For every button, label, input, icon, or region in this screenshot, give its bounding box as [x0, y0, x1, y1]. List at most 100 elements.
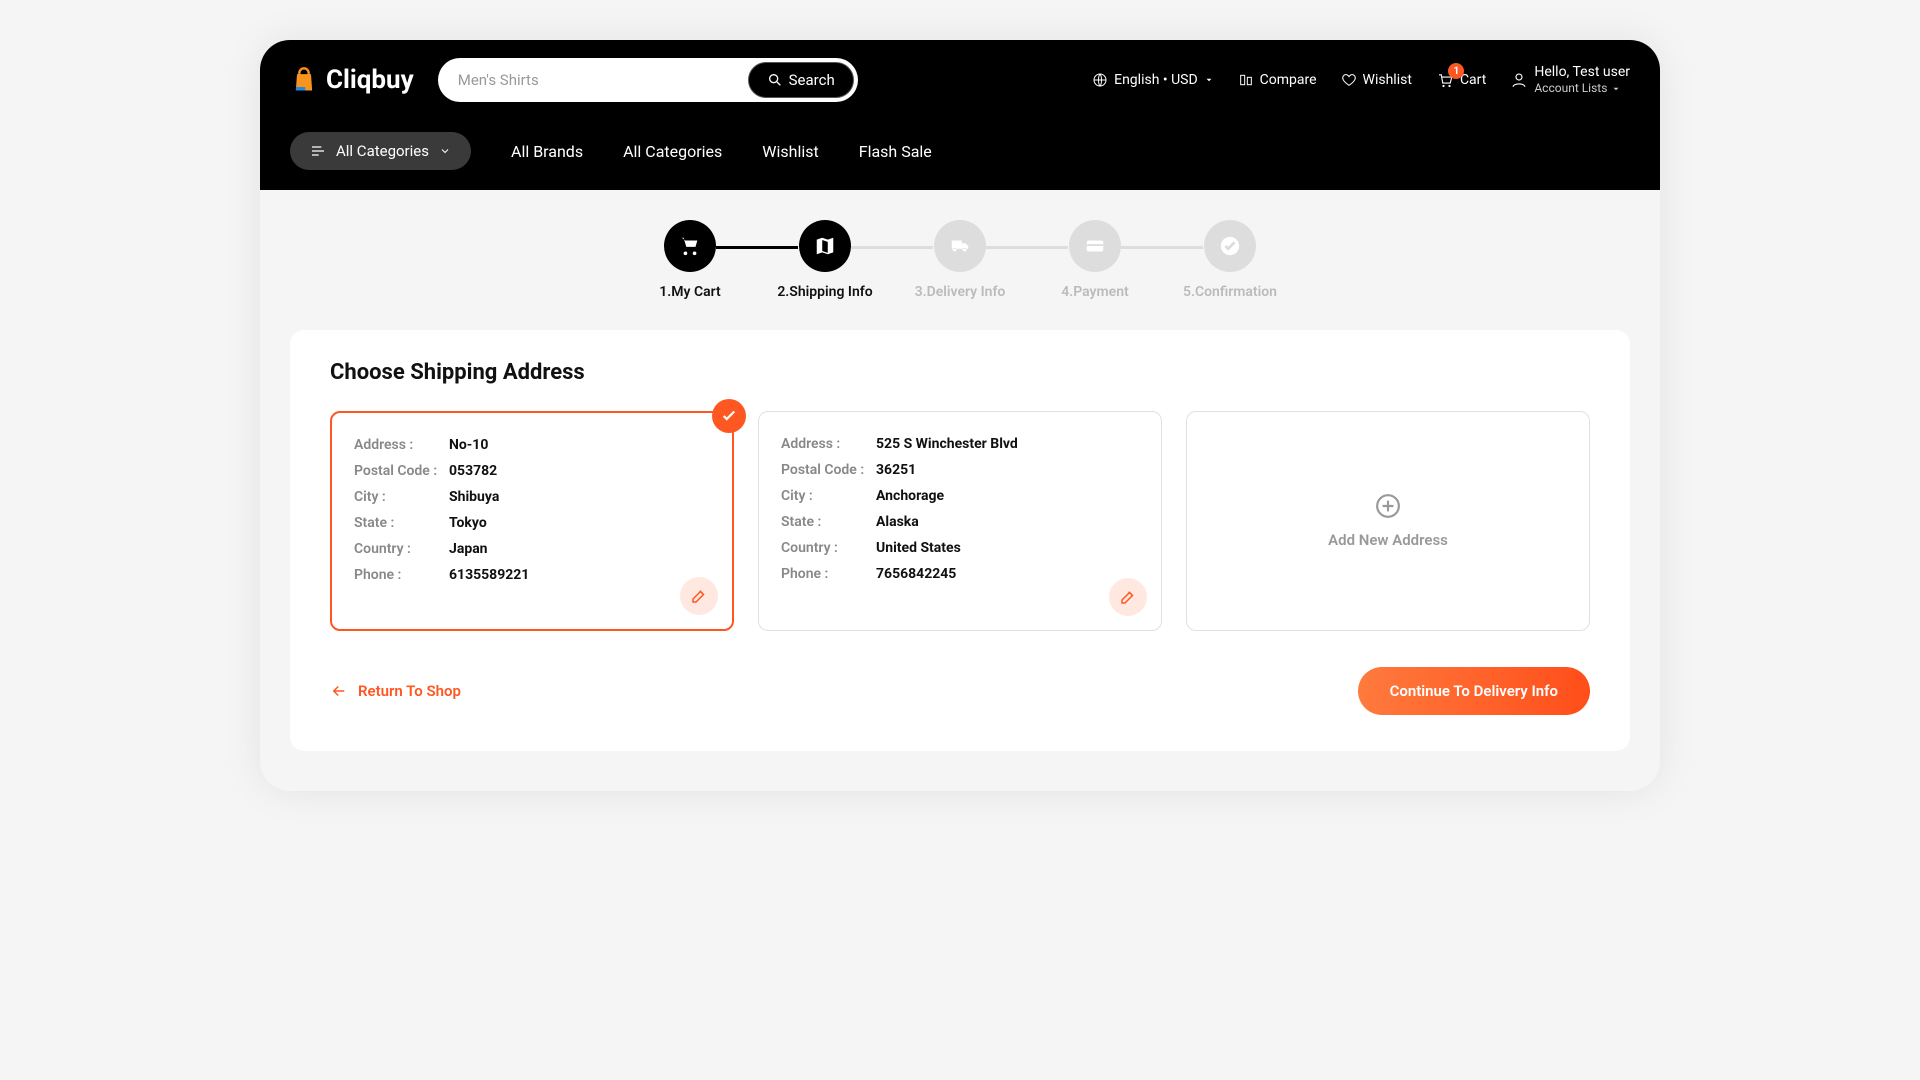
field-value: Shibuya [449, 489, 710, 505]
step-delivery-info: 3.Delivery Info [893, 220, 1028, 300]
address-card[interactable]: Address :525 S Winchester Blvd Postal Co… [758, 411, 1162, 631]
step-confirmation: 5.Confirmation [1163, 220, 1298, 300]
header-top: Cliqbuy Search English • USD [260, 40, 1660, 120]
compare-icon [1238, 72, 1254, 88]
selected-badge [712, 399, 746, 433]
step-label: 4.Payment [1061, 284, 1128, 300]
add-address-card[interactable]: Add New Address [1186, 411, 1590, 631]
account-greeting: Hello, Test user [1534, 63, 1630, 81]
bag-icon [290, 66, 318, 94]
field-label: Address : [781, 436, 876, 452]
truck-icon [949, 235, 971, 257]
plus-circle-icon [1375, 493, 1401, 519]
edit-icon [1119, 588, 1137, 606]
heart-icon [1341, 72, 1357, 88]
step-circle [1069, 220, 1121, 272]
edit-address-button[interactable] [680, 577, 718, 615]
wishlist-link[interactable]: Wishlist [1341, 72, 1412, 88]
address-card[interactable]: Address :No-10 Postal Code :053782 City … [330, 411, 734, 631]
field-value: No-10 [449, 437, 710, 453]
menu-icon [310, 143, 326, 159]
account-menu[interactable]: Hello, Test user Account Lists [1510, 63, 1630, 97]
search-button-label: Search [789, 71, 835, 89]
nav-all-categories[interactable]: All Categories [623, 142, 722, 161]
card-icon [1084, 235, 1106, 257]
globe-icon [1092, 72, 1108, 88]
field-label: Postal Code : [781, 462, 876, 478]
search-button[interactable]: Search [748, 62, 854, 98]
field-label: State : [781, 514, 876, 530]
return-to-shop-link[interactable]: Return To Shop [330, 682, 461, 700]
step-circle [934, 220, 986, 272]
nav-wishlist[interactable]: Wishlist [762, 142, 818, 161]
cart-label: Cart [1460, 72, 1486, 88]
account-sub-label: Account Lists [1534, 81, 1607, 97]
add-address-label: Add New Address [1328, 531, 1448, 549]
search-bar: Search [438, 58, 858, 102]
step-label: 5.Confirmation [1183, 284, 1277, 300]
logo[interactable]: Cliqbuy [290, 65, 414, 95]
content: 1.My Cart 2.Shipping Info 3.Deli [260, 190, 1660, 791]
checkout-stepper: 1.My Cart 2.Shipping Info 3.Deli [290, 220, 1630, 300]
address-grid: Address :No-10 Postal Code :053782 City … [330, 411, 1590, 631]
nav-all-brands[interactable]: All Brands [511, 142, 583, 161]
map-icon [814, 235, 836, 257]
check-icon [1219, 235, 1241, 257]
step-label: 1.My Cart [659, 284, 720, 300]
compare-link[interactable]: Compare [1238, 72, 1317, 88]
shipping-card: Choose Shipping Address Address :No-10 P… [290, 330, 1630, 751]
field-label: Address : [354, 437, 449, 453]
all-categories-button[interactable]: All Categories [290, 132, 471, 170]
step-circle [1204, 220, 1256, 272]
search-icon [767, 72, 783, 88]
field-label: City : [781, 488, 876, 504]
compare-label: Compare [1260, 72, 1317, 88]
nav-flash-sale[interactable]: Flash Sale [859, 142, 932, 161]
cart-link[interactable]: 1 Cart [1436, 71, 1486, 89]
field-label: Phone : [354, 567, 449, 583]
step-label: 3.Delivery Info [915, 284, 1006, 300]
lang-currency-label: English • USD [1114, 72, 1198, 88]
lang-currency-selector[interactable]: English • USD [1092, 72, 1214, 88]
chevron-down-icon [439, 145, 451, 157]
field-value: 053782 [449, 463, 710, 479]
step-shipping-info[interactable]: 2.Shipping Info [758, 220, 893, 300]
continue-button[interactable]: Continue To Delivery Info [1358, 667, 1590, 715]
cart-icon [679, 235, 701, 257]
field-label: Postal Code : [354, 463, 449, 479]
field-value: Japan [449, 541, 710, 557]
field-value: 6135589221 [449, 567, 710, 583]
page-title: Choose Shipping Address [330, 360, 1590, 385]
field-label: City : [354, 489, 449, 505]
step-circle [664, 220, 716, 272]
all-categories-label: All Categories [336, 142, 429, 160]
field-label: Phone : [781, 566, 876, 582]
field-label: Country : [781, 540, 876, 556]
return-label: Return To Shop [358, 682, 461, 700]
field-value: Tokyo [449, 515, 710, 531]
user-icon [1510, 71, 1528, 89]
header-links: English • USD Compare Wishlist 1 [1092, 63, 1630, 97]
wishlist-label: Wishlist [1363, 72, 1412, 88]
field-value: 36251 [876, 462, 1139, 478]
header-nav: All Categories All Brands All Categories… [260, 120, 1660, 190]
chevron-down-icon [1204, 75, 1214, 85]
edit-icon [690, 587, 708, 605]
field-value: United States [876, 540, 1139, 556]
field-label: State : [354, 515, 449, 531]
step-label: 2.Shipping Info [777, 284, 872, 300]
field-value: 525 S Winchester Blvd [876, 436, 1139, 452]
search-input[interactable] [458, 71, 748, 89]
field-label: Country : [354, 541, 449, 557]
edit-address-button[interactable] [1109, 578, 1147, 616]
step-payment: 4.Payment [1028, 220, 1163, 300]
chevron-down-icon [1611, 84, 1621, 94]
field-value: Alaska [876, 514, 1139, 530]
field-value: 7656842245 [876, 566, 1139, 582]
logo-text: Cliqbuy [326, 65, 414, 95]
account-text: Hello, Test user Account Lists [1534, 63, 1630, 97]
action-bar: Return To Shop Continue To Delivery Info [330, 667, 1590, 715]
field-value: Anchorage [876, 488, 1139, 504]
step-circle [799, 220, 851, 272]
step-my-cart[interactable]: 1.My Cart [623, 220, 758, 300]
